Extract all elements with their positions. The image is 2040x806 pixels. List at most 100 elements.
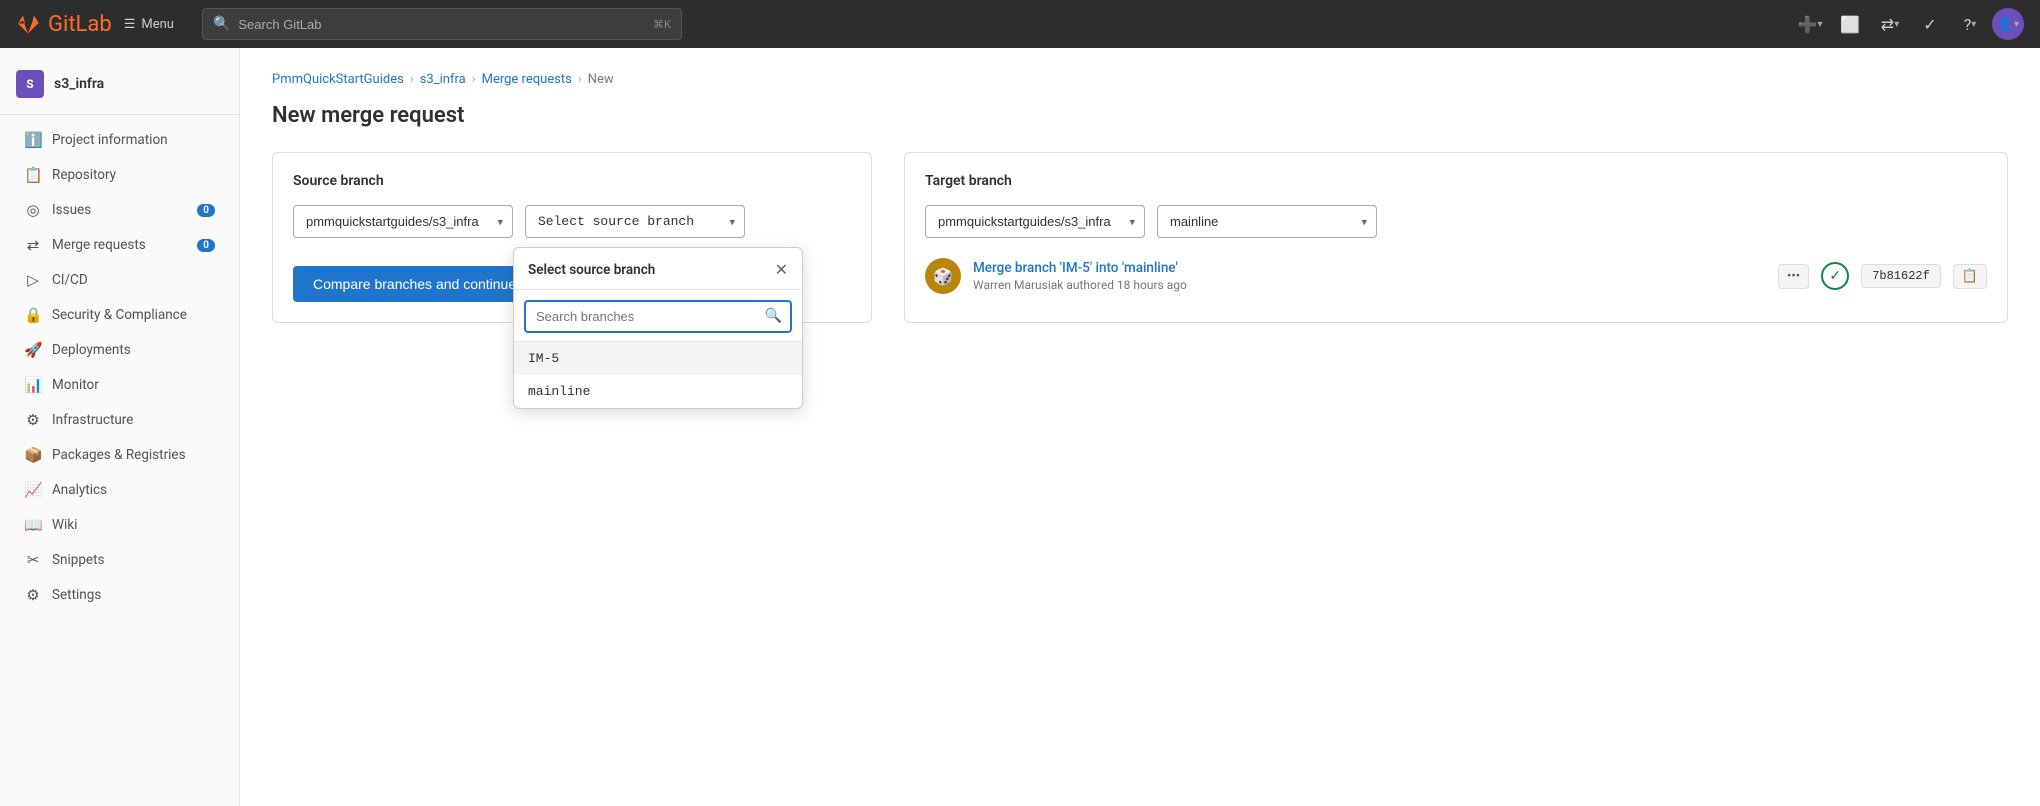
commit-meta: Warren Marusiak authored 18 hours ago [973, 278, 1766, 292]
hamburger-icon: ☰ [124, 17, 136, 32]
sidebar-item-label: CI/CD [52, 272, 88, 288]
sidebar-item-label: Security & Compliance [52, 307, 187, 323]
source-branch-select[interactable]: Select source branch [525, 205, 745, 238]
sidebar-item-label: Deployments [52, 342, 131, 358]
sidebar-item-issues[interactable]: ◎ Issues 0 [8, 193, 231, 227]
sidebar-item-merge-requests[interactable]: ⇄ Merge requests 0 [8, 228, 231, 262]
branch-option-mainline[interactable]: mainline [514, 375, 802, 408]
commit-row: 🎲 Merge branch 'IM-5' into 'mainline' Wa… [925, 258, 1987, 294]
commit-title[interactable]: Merge branch 'IM-5' into 'mainline' [973, 260, 1766, 276]
commit-status-icon: ✓ [1821, 262, 1849, 290]
help-icon[interactable]: ?▾ [1952, 6, 1988, 42]
dropdown-close-button[interactable]: ✕ [775, 260, 788, 279]
global-search[interactable]: 🔍 ⌘K [202, 8, 682, 40]
sidebar-item-label: Wiki [52, 517, 77, 533]
user-avatar[interactable]: 👤 ▾ [1992, 8, 2024, 40]
sidebar-item-security-compliance[interactable]: 🔒 Security & Compliance [8, 298, 231, 332]
breadcrumb-current: New [588, 72, 614, 87]
main-content: PmmQuickStartGuides › s3_infra › Merge r… [240, 48, 2040, 806]
target-project-wrapper: pmmquickstartguides/s3_infra ▾ [925, 205, 1145, 238]
gitlab-wordmark: GitLab [48, 12, 112, 37]
target-branch-box: Target branch pmmquickstartguides/s3_inf… [904, 152, 2008, 323]
page-title: New merge request [272, 103, 2008, 128]
compare-button[interactable]: Compare branches and continue [293, 266, 536, 302]
sidebar-item-infrastructure[interactable]: ⚙ Infrastructure [8, 403, 231, 437]
sidebar-item-snippets[interactable]: ✂ Snippets [8, 543, 231, 577]
code-review-icon[interactable]: ⬜ [1832, 6, 1868, 42]
sidebar-item-label: Snippets [52, 552, 104, 568]
sidebar-item-label: Infrastructure [52, 412, 133, 428]
sidebar-item-analytics[interactable]: 📈 Analytics [8, 473, 231, 507]
target-project-select[interactable]: pmmquickstartguides/s3_infra [925, 205, 1145, 238]
create-new-button[interactable]: ➕▾ [1792, 6, 1828, 42]
project-information-icon: ℹ️ [24, 131, 42, 149]
gitlab-logo-icon [16, 12, 40, 36]
avatar-emoji: 🎲 [933, 267, 953, 286]
sidebar-item-label: Settings [52, 587, 101, 603]
sidebar-item-label: Repository [52, 167, 116, 183]
project-header: S s3_infra [0, 60, 239, 115]
sidebar-item-label: Monitor [52, 377, 99, 393]
sidebar-item-packages[interactable]: 📦 Packages & Registries [8, 438, 231, 472]
branch-dropdown-overlay: Select source branch ✕ 🔍 IM-5 mainline [513, 247, 803, 409]
breadcrumb: PmmQuickStartGuides › s3_infra › Merge r… [272, 72, 2008, 87]
source-project-select[interactable]: pmmquickstartguides/s3_infra [293, 205, 513, 238]
sidebar-item-label: Issues [52, 202, 91, 218]
sidebar-item-deployments[interactable]: 🚀 Deployments [8, 333, 231, 367]
source-project-wrapper: pmmquickstartguides/s3_infra ▾ [293, 205, 513, 238]
issues-icon: ◎ [24, 201, 42, 219]
breadcrumb-link-org[interactable]: PmmQuickStartGuides [272, 72, 404, 87]
merge-requests-badge: 0 [197, 239, 215, 252]
source-branch-box: Source branch pmmquickstartguides/s3_inf… [272, 152, 872, 323]
settings-icon: ⚙ [24, 586, 42, 604]
sidebar-item-cicd[interactable]: ▷ CI/CD [8, 263, 231, 297]
menu-button[interactable]: ☰ Menu [124, 17, 174, 32]
merge-requests-icon: ⇄ [24, 236, 42, 254]
sidebar-item-label: Packages & Registries [52, 447, 186, 463]
target-branch-label: Target branch [925, 173, 1987, 189]
top-navigation: GitLab ☰ Menu 🔍 ⌘K ➕▾ ⬜ ⇄▾ ✓ ?▾ 👤 ▾ [0, 0, 2040, 48]
dropdown-header: Select source branch ✕ [514, 248, 802, 290]
merge-requests-nav-icon[interactable]: ⇄▾ [1872, 6, 1908, 42]
wiki-icon: 📖 [24, 516, 42, 534]
breadcrumb-link-mr[interactable]: Merge requests [482, 72, 572, 87]
search-icon: 🔍 [213, 16, 230, 32]
target-branch-selects: pmmquickstartguides/s3_infra ▾ mainline … [925, 205, 1987, 238]
copy-hash-button[interactable]: 📋 [1953, 264, 1987, 289]
menu-label: Menu [141, 17, 174, 32]
breadcrumb-sep-2: › [472, 72, 476, 87]
repository-icon: 📋 [24, 166, 42, 184]
commit-hash: 7b81622f [1861, 264, 1941, 288]
sidebar-item-repository[interactable]: 📋 Repository [8, 158, 231, 192]
target-branch-select[interactable]: mainline [1157, 205, 1377, 238]
infrastructure-icon: ⚙ [24, 411, 42, 429]
deployments-icon: 🚀 [24, 341, 42, 359]
search-input[interactable] [238, 17, 645, 32]
breadcrumb-link-project[interactable]: s3_infra [420, 72, 466, 87]
branch-option-im5[interactable]: IM-5 [514, 342, 802, 375]
sidebar-item-label: Merge requests [52, 237, 146, 253]
source-branch-wrapper: Select source branch ▾ [525, 205, 745, 238]
branch-search-input[interactable] [524, 300, 792, 333]
sidebar-item-project-information[interactable]: ℹ️ Project information [8, 123, 231, 157]
sidebar-item-wiki[interactable]: 📖 Wiki [8, 508, 231, 542]
project-avatar: S [16, 70, 44, 98]
source-branch-label: Source branch [293, 173, 851, 189]
commit-author-avatar: 🎲 [925, 258, 961, 294]
gitlab-logo[interactable]: GitLab [16, 12, 112, 37]
sidebar-item-label: Project information [52, 132, 168, 148]
sidebar: S s3_infra ℹ️ Project information 📋 Repo… [0, 48, 240, 806]
analytics-icon: 📈 [24, 481, 42, 499]
search-shortcut: ⌘K [653, 18, 671, 31]
project-name: s3_infra [54, 76, 104, 92]
commit-info: Merge branch 'IM-5' into 'mainline' Warr… [973, 260, 1766, 292]
avatar-image: 👤 [1997, 17, 2012, 31]
packages-icon: 📦 [24, 446, 42, 464]
snippets-icon: ✂ [24, 551, 42, 569]
branch-dropdown-list: IM-5 mainline [514, 342, 802, 408]
sidebar-item-monitor[interactable]: 📊 Monitor [8, 368, 231, 402]
todo-icon[interactable]: ✓ [1912, 6, 1948, 42]
sidebar-item-label: Analytics [52, 482, 107, 498]
commit-more-button[interactable]: ••• [1778, 264, 1809, 289]
sidebar-item-settings[interactable]: ⚙ Settings [8, 578, 231, 612]
